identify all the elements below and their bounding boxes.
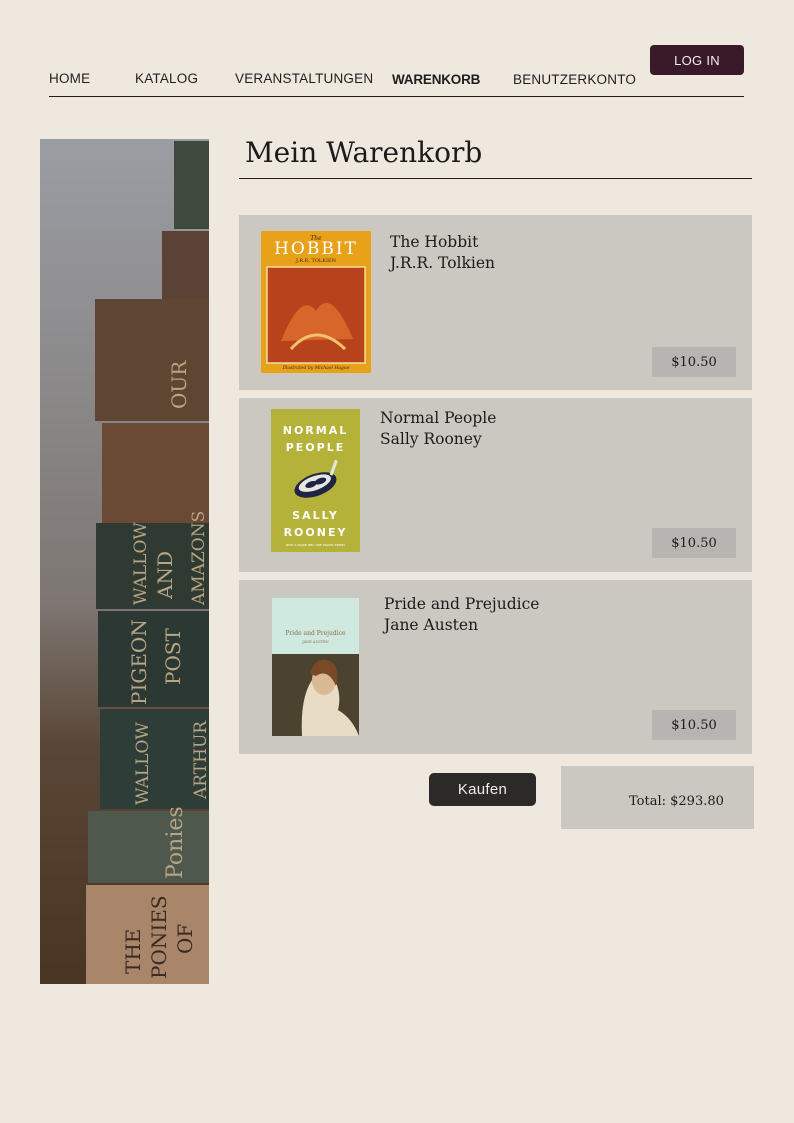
hobbit-cover-art: The HOBBIT J.R.R. TOLKIEN Illustrated by… [261,231,371,373]
spine-text: ARTHUR [191,720,209,800]
item-author: Sally Rooney [380,430,482,448]
cover-line2: PEOPLE [286,441,346,454]
page-title: Mein Warenkorb [245,136,483,169]
cart-item: NORMAL PEOPLE SALLY ROONEY NOW A MAJOR B… [239,398,752,572]
spine-text: OF [173,924,197,954]
cover-title: Pride and Prejudice [285,630,346,637]
item-title[interactable]: Pride and Prejudice [384,594,539,615]
spine-text: THE [121,929,145,974]
main-nav: HOME KATALOG VERANSTALTUNGEN WARENKORB B… [49,0,744,97]
item-details: Normal People Sally Rooney [380,408,496,450]
buy-button[interactable]: Kaufen [429,773,536,806]
normal-people-cover-art: NORMAL PEOPLE SALLY ROONEY NOW A MAJOR B… [271,409,360,552]
nav-katalog[interactable]: KATALOG [135,71,198,86]
nav-benutzerkonto[interactable]: BENUTZERKONTO [513,72,636,87]
item-price: $10.50 [652,710,736,740]
cover-title: HOBBIT [274,239,358,259]
total-amount: Total: $293.80 [629,794,724,809]
spine-text: PIGEON [127,619,151,705]
spine-text: AMAZONS [189,511,209,606]
book-stack-image: OUR AND AMAZONS WALLOW PIGEON POST ARTHU… [40,139,209,984]
item-price: $10.50 [652,347,736,377]
spine-text: POST [161,627,185,685]
pride-and-prejudice-cover-art: Pride and Prejudice JANE AUSTEN [272,598,359,736]
nav-home[interactable]: HOME [49,71,90,86]
item-details: The Hobbit J.R.R. Tolkien [390,232,495,274]
nav-veranstaltungen[interactable]: VERANSTALTUNGEN [235,71,373,86]
item-details: Pride and Prejudice Jane Austen [384,594,539,636]
cover-line4: ROONEY [284,526,348,539]
cart-item: Pride and Prejudice JANE AUSTEN Pride an… [239,580,752,754]
book-cover-normal-people[interactable]: NORMAL PEOPLE SALLY ROONEY NOW A MAJOR B… [271,409,360,552]
item-author: Jane Austen [384,616,479,634]
total-box: Total: $293.80 [561,766,754,829]
item-author: J.R.R. Tolkien [390,254,495,272]
book-cover-pride-and-prejudice[interactable]: Pride and Prejudice JANE AUSTEN [272,598,359,736]
cart-item: The HOBBIT J.R.R. TOLKIEN Illustrated by… [239,215,752,390]
login-button[interactable]: LOG IN [650,45,744,75]
spine-text: Ponies [163,806,188,879]
cover-author: JANE AUSTEN [301,640,329,644]
item-title[interactable]: The Hobbit [390,232,495,253]
cover-line1: NORMAL [283,424,349,437]
spine-text: AND [153,551,177,600]
item-price: $10.50 [652,528,736,558]
spine-text: PONIES [147,895,171,979]
title-divider [239,178,752,179]
cover-line3: SALLY [292,509,339,522]
cover-footer: NOW A MAJOR BBC ONE DRAMA SERIES [286,543,346,547]
book-stack-illustration: OUR AND AMAZONS WALLOW PIGEON POST ARTHU… [40,139,209,984]
nav-warenkorb[interactable]: WARENKORB [392,72,480,87]
cover-author: J.R.R. TOLKIEN [295,258,337,264]
spine-text: WALLOW [131,522,151,605]
book-cover-the-hobbit[interactable]: The HOBBIT J.R.R. TOLKIEN Illustrated by… [261,231,371,373]
spine-text: OUR [167,360,191,409]
cover-footer: Illustrated by Michael Hague [282,365,350,371]
item-title[interactable]: Normal People [380,408,496,429]
spine-text: WALLOW [133,722,153,805]
